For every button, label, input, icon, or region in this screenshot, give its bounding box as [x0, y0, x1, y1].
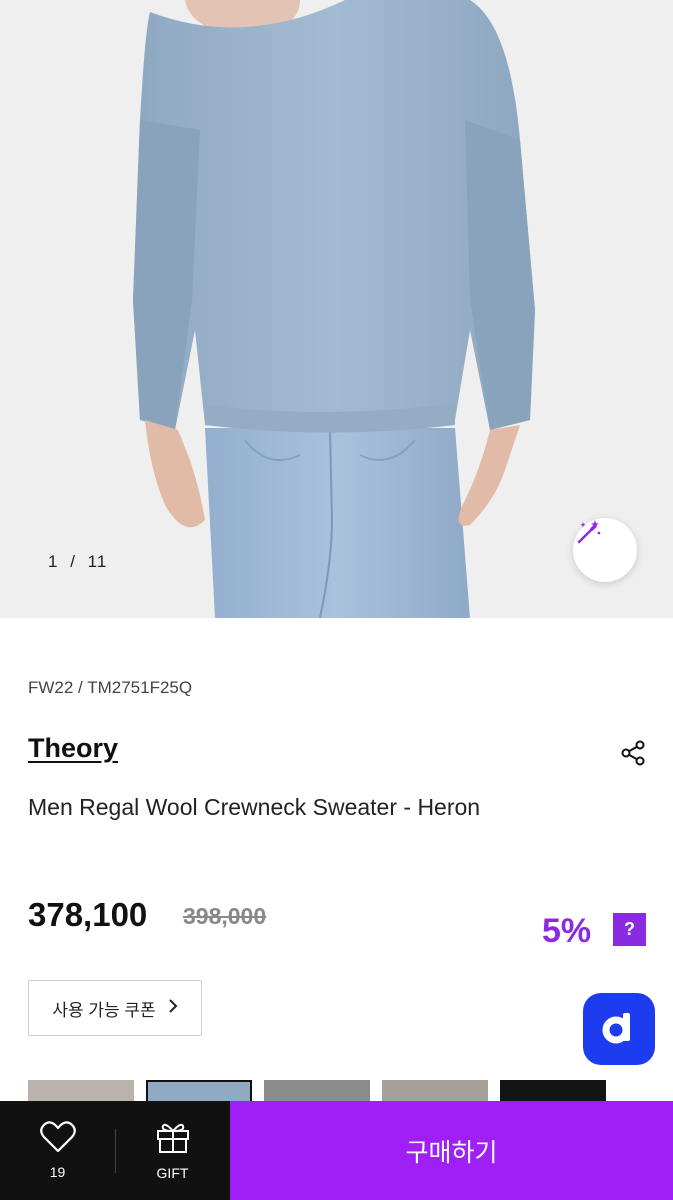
brand-link[interactable]: Theory — [28, 733, 118, 764]
bottom-bar-left: 19 GIFT — [0, 1101, 230, 1200]
bottom-action-bar: 19 GIFT 구매하기 — [0, 1101, 673, 1200]
available-coupon-button[interactable]: 사용 가능 쿠폰 — [28, 980, 202, 1036]
divider — [115, 1129, 116, 1173]
sale-price: 378,100 — [28, 896, 148, 933]
product-image[interactable]: 1 / 11 — [0, 0, 673, 618]
image-counter: 1 / 11 — [48, 552, 107, 572]
gift-button[interactable]: GIFT — [115, 1101, 230, 1200]
share-icon — [619, 739, 647, 772]
heart-icon — [39, 1121, 76, 1158]
like-button[interactable]: 19 — [0, 1101, 115, 1200]
magic-wand-button[interactable] — [573, 518, 637, 582]
chevron-right-icon — [168, 998, 178, 1019]
share-button[interactable] — [616, 738, 650, 772]
coupon-label: 사용 가능 쿠폰 — [52, 1000, 156, 1020]
app-launcher-button[interactable] — [583, 993, 655, 1065]
original-price: 398,000 — [183, 903, 267, 929]
counter-total: 11 — [87, 552, 108, 571]
discount-help-button[interactable]: ? — [613, 913, 646, 946]
counter-separator: / — [70, 552, 76, 571]
gift-label: GIFT — [156, 1165, 189, 1181]
counter-current: 1 — [48, 552, 59, 571]
discount-rate: 5% — [542, 912, 592, 950]
buy-button[interactable]: 구매하기 — [230, 1101, 673, 1200]
gift-icon — [155, 1120, 191, 1159]
product-title: Men Regal Wool Crewneck Sweater - Heron — [28, 794, 481, 820]
like-count: 19 — [49, 1164, 66, 1180]
app-d-logo-icon — [599, 1007, 639, 1052]
season-code: FW22 / TM2751F25Q — [28, 678, 193, 697]
